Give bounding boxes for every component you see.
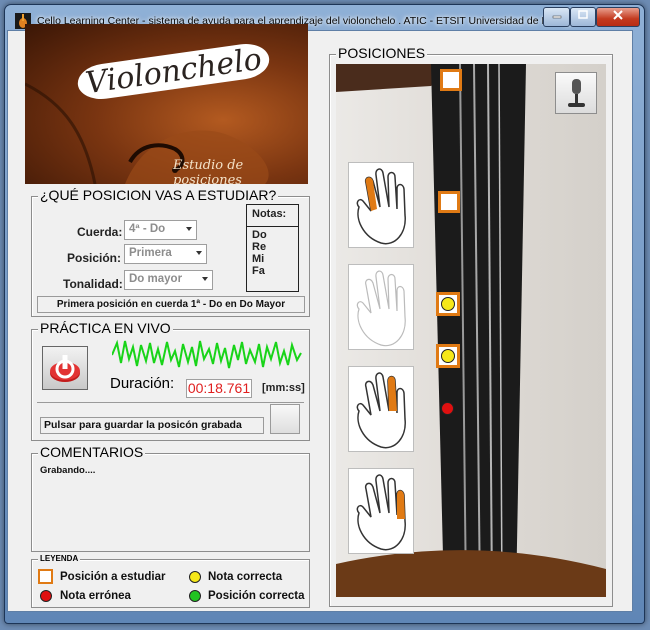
positions-panel-title: POSICIONES bbox=[336, 45, 428, 61]
microphone-icon bbox=[568, 79, 585, 107]
duration-value: 00:18.761 bbox=[186, 379, 252, 398]
minimize-button[interactable] bbox=[543, 7, 570, 27]
maximize-button[interactable] bbox=[570, 7, 596, 27]
note-item: Fa bbox=[252, 265, 265, 277]
position-label: Posición: bbox=[67, 251, 122, 265]
hand-none-icon bbox=[356, 270, 406, 347]
hand-diagram-2 bbox=[348, 264, 414, 350]
minimize-icon bbox=[552, 15, 561, 19]
legend-correct-note: Nota correcta bbox=[208, 571, 283, 583]
hand-little-finger-icon bbox=[356, 474, 406, 551]
correct-note-dot bbox=[441, 349, 455, 363]
chevron-down-icon bbox=[196, 251, 202, 255]
chevron-down-icon bbox=[186, 227, 192, 231]
correct-note-symbol bbox=[189, 571, 201, 583]
wrong-note-symbol bbox=[40, 590, 52, 602]
position-select-value: Primera bbox=[129, 247, 172, 259]
banner-subtitle: Estudio de posiciones bbox=[173, 158, 244, 184]
practice-divider bbox=[37, 402, 304, 403]
microphone-button[interactable] bbox=[555, 72, 597, 114]
study-position-marker bbox=[440, 69, 462, 91]
notes-box: Notas: Do Re Mi Fa bbox=[246, 204, 299, 292]
study-panel-title: ¿QUÉ POSICION VAS A ESTUDIAR? bbox=[38, 187, 279, 203]
string-select-value: 4ª - Do bbox=[129, 223, 166, 235]
close-button[interactable] bbox=[596, 7, 640, 27]
string-select[interactable]: 4ª - Do bbox=[124, 220, 197, 240]
key-select[interactable]: Do mayor bbox=[124, 270, 213, 290]
position-select[interactable]: Primera bbox=[124, 244, 207, 264]
comments-panel-title: COMENTARIOS bbox=[38, 444, 146, 460]
hand-diagram-4 bbox=[348, 468, 414, 554]
duration-label: Duración: bbox=[110, 375, 175, 392]
study-summary: Primera posición en cuerda 1ª - Do en Do… bbox=[37, 296, 305, 313]
note-item: Re bbox=[252, 241, 267, 253]
study-position-symbol bbox=[38, 569, 53, 584]
note-item: Do bbox=[252, 229, 267, 241]
record-button[interactable] bbox=[42, 346, 88, 390]
save-position-label: Pulsar para guardar la posicón grabada bbox=[40, 417, 264, 434]
string-label: Cuerda: bbox=[77, 225, 123, 239]
key-select-value: Do mayor bbox=[129, 273, 183, 285]
chevron-down-icon bbox=[202, 277, 208, 281]
duration-unit: [mm:ss] bbox=[262, 382, 305, 394]
hand-diagram-3 bbox=[348, 366, 414, 452]
hand-ring-finger-icon bbox=[356, 372, 406, 449]
legend-title: LEYENDA bbox=[38, 554, 81, 563]
banner-image: Violonchelo Estudio de posiciones bbox=[25, 24, 308, 184]
key-label: Tonalidad: bbox=[63, 277, 123, 291]
audio-waveform bbox=[112, 339, 302, 369]
note-item: Mi bbox=[252, 253, 265, 265]
comments-text: Grabando.... bbox=[40, 465, 96, 476]
correct-note-dot bbox=[441, 297, 455, 311]
hand-index-finger-icon bbox=[356, 168, 406, 245]
correct-note-marker bbox=[436, 344, 460, 368]
save-position-button[interactable] bbox=[270, 404, 300, 434]
hand-diagram-1 bbox=[348, 162, 414, 248]
maximize-icon bbox=[578, 10, 588, 19]
notes-title: Notas: bbox=[252, 208, 287, 220]
legend-study-position: Posición a estudiar bbox=[60, 571, 166, 583]
legend-correct-position: Posición correcta bbox=[208, 590, 305, 602]
power-icon bbox=[50, 355, 80, 382]
study-position-marker bbox=[438, 191, 460, 213]
correct-position-symbol bbox=[189, 590, 201, 602]
legend-wrong-note: Nota errónea bbox=[60, 590, 131, 602]
close-icon bbox=[613, 10, 623, 20]
correct-note-marker bbox=[436, 292, 460, 316]
wrong-note-marker bbox=[441, 402, 454, 415]
